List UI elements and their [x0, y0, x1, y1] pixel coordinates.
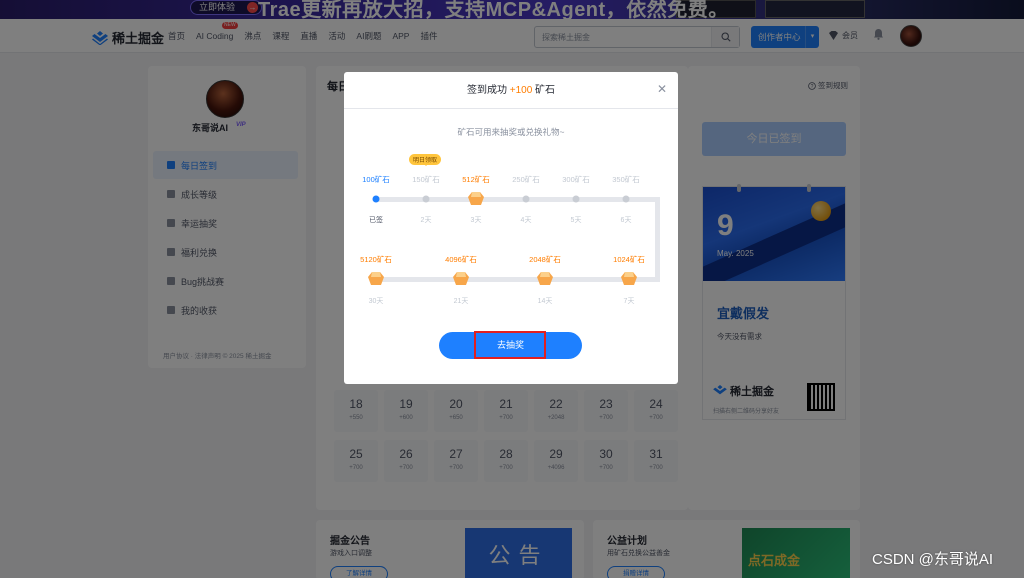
day-label: 6天 [620, 217, 632, 224]
progress-track [376, 197, 660, 202]
reward-label: 4096矿石 [445, 255, 477, 264]
day-label: 3天 [470, 217, 482, 224]
reward-label: 512矿石 [462, 175, 490, 184]
day-label: 4天 [520, 217, 532, 224]
progress-dot [422, 195, 430, 203]
reward-label: 100矿石 [362, 175, 390, 184]
day-label: 已签 [369, 217, 383, 224]
tomorrow-tag: 明日领取 [409, 154, 442, 166]
reward-label: 350矿石 [612, 175, 640, 184]
reward-label: 300矿石 [562, 175, 590, 184]
reward-label: 5120矿石 [360, 255, 392, 264]
reward-label: 2048矿石 [529, 255, 561, 264]
checkin-success-modal: 签到成功 +100 矿石 ✕ 矿石可用来抽奖或兑换礼物~ 明日领取 100矿石 … [344, 72, 678, 384]
ore-icon [368, 272, 384, 285]
day-label: 14天 [537, 298, 553, 305]
day-label: 2天 [420, 217, 432, 224]
progress-track [376, 277, 660, 282]
reward-label: 1024矿石 [613, 255, 645, 264]
csdn-watermark: CSDN @东哥说AI [872, 551, 994, 568]
progress-dot [622, 195, 630, 203]
modal-subtitle: 矿石可用来抽奖或兑换礼物~ [457, 127, 565, 137]
progress-dot [372, 195, 380, 203]
progress-dot [522, 195, 530, 203]
ore-icon [537, 272, 553, 285]
close-icon[interactable]: ✕ [657, 83, 667, 95]
progress-track [655, 197, 660, 282]
day-label: 30天 [368, 298, 384, 305]
highlight-box [474, 331, 546, 359]
ore-icon [468, 192, 484, 205]
reward-label: 150矿石 [412, 175, 440, 184]
day-label: 21天 [453, 298, 469, 305]
ore-icon [621, 272, 637, 285]
day-label: 7天 [623, 298, 635, 305]
day-label: 5天 [570, 217, 582, 224]
reward-label: 250矿石 [512, 175, 540, 184]
ore-icon [453, 272, 469, 285]
modal-title: 签到成功 +100 矿石 [344, 72, 678, 109]
progress-dot [572, 195, 580, 203]
